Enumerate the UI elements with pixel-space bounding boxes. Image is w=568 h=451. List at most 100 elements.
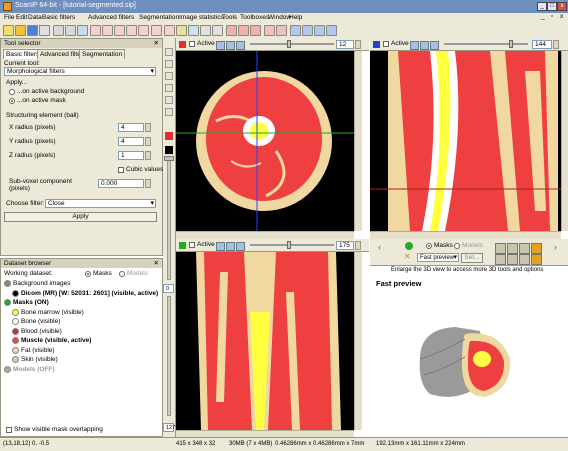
menu-file[interactable]: File bbox=[4, 14, 14, 21]
view-6-icon[interactable] bbox=[151, 25, 162, 36]
view-tool-icon[interactable] bbox=[216, 41, 225, 50]
view-tool-icon[interactable] bbox=[420, 41, 429, 50]
active-checkbox[interactable] bbox=[189, 242, 195, 248]
menu-advanced-filters[interactable]: Advanced filters bbox=[88, 14, 134, 21]
save-icon[interactable] bbox=[27, 25, 38, 36]
sagittal-vertical-scrollbar[interactable] bbox=[354, 252, 362, 430]
choose-filter-select[interactable]: Close bbox=[45, 199, 156, 208]
apply-button[interactable]: Apply bbox=[4, 212, 157, 222]
measure-icon[interactable] bbox=[264, 25, 275, 36]
tree-item[interactable]: Blood (visible) bbox=[12, 327, 62, 335]
show-overlap-checkbox[interactable] bbox=[6, 427, 12, 433]
z-radius-input[interactable]: 1 bbox=[118, 151, 144, 160]
coronal-view[interactable] bbox=[370, 51, 561, 231]
opacity-slider-thumb[interactable] bbox=[164, 156, 174, 161]
tree-item[interactable]: Models (OFF) bbox=[4, 365, 55, 373]
tree-item[interactable]: Dicom (MR) [W: 52031: 2601] (visible, ac… bbox=[12, 289, 158, 297]
tree-item[interactable]: Fat (visible) bbox=[12, 346, 55, 354]
apply-mask-radio[interactable] bbox=[9, 98, 15, 104]
view-5-icon[interactable] bbox=[138, 25, 149, 36]
preview-tool-icon[interactable] bbox=[507, 254, 518, 265]
crosshair-icon[interactable] bbox=[212, 25, 223, 36]
menu-toolboxes[interactable]: Toolboxes bbox=[240, 14, 269, 21]
slice-slider-track[interactable] bbox=[444, 43, 528, 45]
cursor-icon[interactable] bbox=[200, 25, 211, 36]
axial-vertical-scrollbar[interactable] bbox=[354, 51, 362, 231]
subvoxel-spinner[interactable] bbox=[145, 179, 151, 188]
open-folder-icon[interactable] bbox=[15, 25, 26, 36]
panel-close-icon[interactable]: ✕ bbox=[154, 259, 159, 268]
menu-segmentation[interactable]: Segmentation bbox=[139, 14, 179, 21]
opacity-slider-track[interactable] bbox=[167, 160, 171, 280]
masks-radio[interactable] bbox=[85, 271, 91, 277]
tree-item[interactable]: Skin (visible) bbox=[12, 356, 58, 363]
menu-tools[interactable]: Tools bbox=[222, 14, 237, 21]
background-color-swatch[interactable] bbox=[165, 146, 173, 154]
view-1-icon[interactable] bbox=[90, 25, 101, 36]
preview-back-icon[interactable]: ‹ bbox=[378, 242, 381, 252]
strip-icon-6[interactable] bbox=[165, 108, 173, 116]
tree-item[interactable]: Background images bbox=[4, 280, 70, 287]
print-icon[interactable] bbox=[39, 25, 50, 36]
strip-icon-4[interactable] bbox=[165, 84, 173, 92]
slice-slider-thumb[interactable] bbox=[287, 241, 291, 249]
mdi-min-icon[interactable]: _ bbox=[541, 13, 545, 20]
menu-image-statistics[interactable]: Image statistics bbox=[179, 14, 224, 21]
view-tool-icon[interactable] bbox=[226, 41, 235, 50]
view-4-icon[interactable] bbox=[126, 25, 137, 36]
tree-item[interactable]: Bone marrow (visible) bbox=[12, 308, 84, 316]
preview-set-button[interactable]: Set... bbox=[461, 253, 483, 263]
panel-close-icon[interactable]: ✕ bbox=[154, 39, 159, 48]
coronal-horizontal-scrollbar[interactable] bbox=[370, 231, 561, 239]
menu-window[interactable]: Window bbox=[268, 14, 291, 21]
pan-icon[interactable] bbox=[176, 25, 187, 36]
strip-icon-1[interactable] bbox=[165, 48, 173, 56]
new-icon[interactable] bbox=[3, 25, 14, 36]
apply-background-radio[interactable] bbox=[9, 89, 15, 95]
cubic-values-checkbox[interactable] bbox=[118, 167, 124, 173]
axial-horizontal-scrollbar[interactable] bbox=[176, 231, 354, 239]
preview-tool-icon[interactable] bbox=[495, 243, 506, 254]
pencil-icon[interactable] bbox=[226, 25, 237, 36]
slice-number-input[interactable]: 144 bbox=[532, 40, 552, 49]
slice-spinner[interactable] bbox=[355, 40, 361, 49]
ruler-icon[interactable] bbox=[276, 25, 287, 36]
maximize-button[interactable]: □ bbox=[547, 2, 557, 11]
profile-icon[interactable] bbox=[314, 25, 325, 36]
menu-help[interactable]: Help bbox=[289, 14, 302, 21]
y-radius-spinner[interactable] bbox=[145, 137, 151, 146]
mid-value-bottom-input[interactable]: 127 bbox=[163, 423, 175, 432]
preview-tool-icon[interactable] bbox=[531, 243, 542, 254]
run-icon[interactable] bbox=[405, 242, 413, 250]
coronal-vertical-scrollbar[interactable] bbox=[561, 51, 568, 231]
view-tool-icon[interactable] bbox=[410, 41, 419, 50]
redo-icon[interactable] bbox=[65, 25, 76, 36]
close-button[interactable]: x bbox=[557, 2, 567, 11]
view-tool-icon[interactable] bbox=[226, 242, 235, 251]
stats-icon[interactable] bbox=[326, 25, 337, 36]
x-radius-spinner[interactable] bbox=[145, 123, 151, 132]
preview-select[interactable]: Fast preview bbox=[417, 253, 459, 262]
strip-icon-5[interactable] bbox=[165, 96, 173, 104]
slice-slider-thumb[interactable] bbox=[287, 40, 291, 48]
axial-view[interactable] bbox=[176, 51, 354, 231]
zoom-icon[interactable] bbox=[77, 25, 88, 36]
sagittal-view[interactable] bbox=[176, 252, 354, 430]
preview-tool-icon[interactable] bbox=[531, 254, 542, 265]
tree-item[interactable]: Bone (visible) bbox=[12, 318, 60, 325]
tab-segmentation[interactable]: Segmentation bbox=[79, 49, 126, 59]
current-tool-select[interactable]: Morphological filters bbox=[4, 67, 156, 76]
mid-value-top-input[interactable]: 0 bbox=[163, 284, 174, 293]
preview-models-radio[interactable] bbox=[454, 243, 460, 249]
models-radio[interactable] bbox=[119, 271, 125, 277]
strip-icon-2[interactable] bbox=[165, 60, 173, 68]
tree-item[interactable]: Muscle (visible, active) bbox=[12, 337, 91, 344]
subvoxel-input[interactable]: 0.000 bbox=[98, 179, 144, 188]
cancel-preview-icon[interactable]: ✕ bbox=[404, 252, 411, 261]
eraser-icon[interactable] bbox=[250, 25, 261, 36]
preview-tool-icon[interactable] bbox=[519, 243, 530, 254]
menu-data[interactable]: Data bbox=[28, 14, 42, 21]
mdi-close-icon[interactable]: x bbox=[560, 13, 563, 20]
paint-icon[interactable] bbox=[238, 25, 249, 36]
active-checkbox[interactable] bbox=[383, 41, 389, 47]
